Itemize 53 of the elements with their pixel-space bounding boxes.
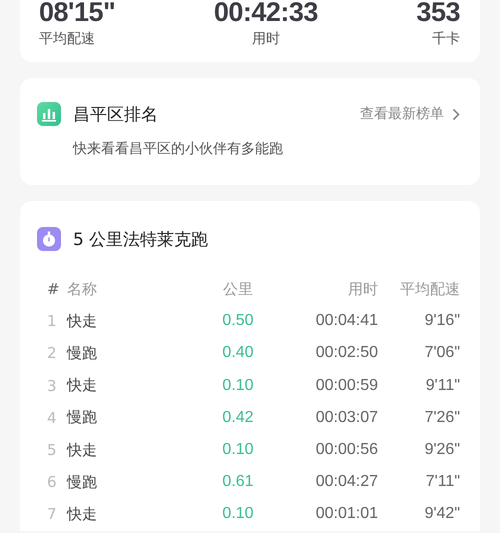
pace-cell-text: 7'06" xyxy=(424,343,460,364)
table-cell-text: 慢跑 xyxy=(67,342,98,364)
chevron-right-icon xyxy=(452,108,460,120)
row-number: 7 xyxy=(47,504,58,526)
row-number: 5 xyxy=(47,440,58,462)
duration-cell-text: 00:04:41 xyxy=(314,311,378,332)
ranking-description: 快来看看昌平区的小伙伴有多能跑 xyxy=(73,140,284,158)
distance-cell-text: 0.10 xyxy=(221,376,255,396)
duration-header: 用时 xyxy=(347,278,378,300)
duration-cell-text: 00:00:59 xyxy=(314,376,378,396)
row-number: 1 xyxy=(47,311,58,332)
pace-cell-text: 7'26" xyxy=(424,408,460,428)
distance-cell-text: 0.61 xyxy=(221,472,255,492)
duration-cell-text: 00:03:07 xyxy=(314,408,378,428)
stat-label: 千卡 xyxy=(432,30,460,48)
pace-cell-text: 7'11" xyxy=(424,472,460,492)
stat-label: 用时 xyxy=(252,30,280,48)
pace-header: 平均配速 xyxy=(399,278,460,300)
duration-cell-text: 00:01:01 xyxy=(314,504,378,524)
section-title: 5 公里法特莱克跑 xyxy=(73,228,210,250)
table-cell-text: 快走 xyxy=(67,504,98,525)
distance-cell-text: 0.42 xyxy=(221,408,255,428)
section-title: 昌平区排名 xyxy=(73,104,159,126)
pace-cell-text: 9'42" xyxy=(424,504,460,524)
table-cell-text: 快走 xyxy=(67,310,98,332)
distance-cell-text: 0.10 xyxy=(221,504,255,524)
row-number: 6 xyxy=(47,472,58,494)
table-cell-text: 快走 xyxy=(67,440,98,461)
pace-cell-text: 9'11" xyxy=(424,376,460,396)
duration-cell-text: 00:04:27 xyxy=(314,472,378,492)
pace-cell-text: 9'16" xyxy=(424,311,460,332)
duration-cell-text: 00:02:50 xyxy=(314,343,378,364)
stat-value: 00:42:33 xyxy=(214,0,318,24)
row-number: 3 xyxy=(47,376,58,397)
duration-cell-text: 00:00:56 xyxy=(314,440,378,460)
row-number: 2 xyxy=(47,343,58,364)
table-cell-text: 慢跑 xyxy=(67,472,98,493)
table-cell-text: 慢跑 xyxy=(67,407,98,428)
distance-cell-text: 0.10 xyxy=(221,440,255,460)
distance-cell-text: 0.40 xyxy=(221,343,255,364)
distance-header: 公里 xyxy=(222,278,254,300)
stat-value: 353 xyxy=(416,0,460,24)
index-header: # xyxy=(47,279,61,300)
view-leaderboard-link[interactable]: 查看最新榜单 xyxy=(360,105,460,123)
stopwatch-icon xyxy=(37,227,61,251)
row-number: 4 xyxy=(47,408,58,429)
table-cell-text: 快走 xyxy=(67,375,98,396)
stat-value: 08'15" xyxy=(39,0,116,24)
bar-chart-icon xyxy=(37,102,61,126)
pace-cell-text: 9'26" xyxy=(424,440,460,460)
name-header: 名称 xyxy=(67,278,98,300)
distance-cell-text: 0.50 xyxy=(221,311,255,332)
stat-label: 平均配速 xyxy=(39,30,95,48)
